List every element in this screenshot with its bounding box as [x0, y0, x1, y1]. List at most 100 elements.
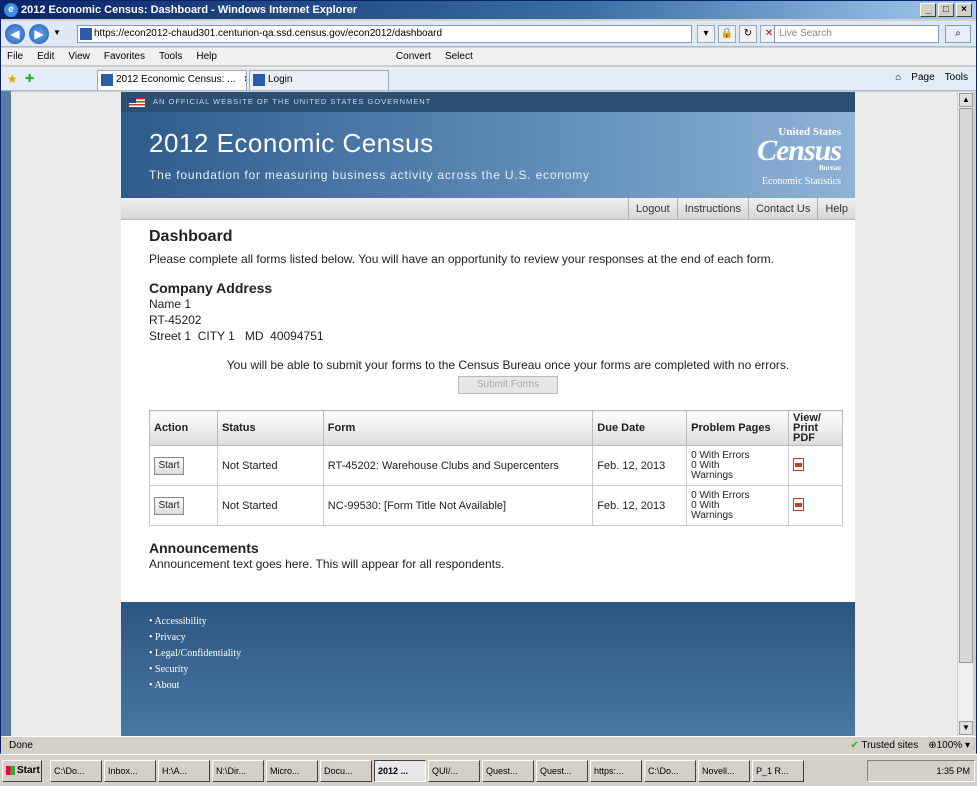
- trusted-sites-zone[interactable]: ✔ Trusted sites: [850, 737, 918, 754]
- taskbar-item[interactable]: C:\Do...: [50, 760, 102, 782]
- convert-button[interactable]: Convert: [396, 51, 431, 62]
- site-nav: Logout Instructions Contact Us Help: [121, 198, 855, 220]
- col-header-status: Status: [216, 410, 324, 446]
- search-icon[interactable]: ⌕: [945, 25, 971, 43]
- scroll-up-icon[interactable]: ▲: [959, 93, 973, 107]
- footer-link-accessibility[interactable]: Accessibility: [149, 614, 855, 630]
- close-button[interactable]: ×: [956, 3, 972, 17]
- intro-text: Please complete all forms listed below. …: [149, 252, 775, 266]
- taskbar-item[interactable]: Quest...: [536, 760, 588, 782]
- browser-window: e 2012 Economic Census: Dashboard - Wind…: [0, 0, 977, 754]
- taskbar-item[interactable]: C:\Do...: [644, 760, 696, 782]
- scroll-down-icon[interactable]: ▼: [959, 721, 973, 735]
- taskbar-item[interactable]: QUI/...: [428, 760, 480, 782]
- announcements-text: Announcement text goes here. This will a…: [149, 557, 505, 571]
- url-input[interactable]: https://econ2012-chaud301.centurion-qa.s…: [77, 25, 692, 43]
- pdf-icon[interactable]: [793, 457, 805, 471]
- col-header-view-pdf: View/ Print PDF: [788, 410, 843, 446]
- problem-pages-cell: 0 With Errors 0 With Warnings: [686, 485, 790, 526]
- submit-forms-button[interactable]: Submit Forms: [458, 376, 558, 394]
- nav-logout[interactable]: Logout: [628, 198, 677, 220]
- menu-tools[interactable]: Tools: [159, 51, 182, 62]
- menu-favorites[interactable]: Favorites: [104, 51, 145, 62]
- form-cell: NC-99530: [Form Title Not Available]: [322, 485, 594, 526]
- address-line: RT-45202: [149, 313, 202, 327]
- address-line: Street 1 CITY 1 MD 40094751: [149, 329, 324, 343]
- url-dropdown-icon[interactable]: ▾: [697, 25, 715, 43]
- footer-link-legal[interactable]: Legal/Confidentiality: [149, 646, 855, 662]
- tab-dashboard[interactable]: 2012 Economic Census: ... ×: [97, 70, 247, 90]
- taskbar-item[interactable]: Quest...: [482, 760, 534, 782]
- minimize-button[interactable]: _: [920, 3, 936, 17]
- menu-file[interactable]: File: [7, 51, 23, 62]
- zoom-level[interactable]: ⊕100% ▾: [928, 737, 970, 754]
- taskbar-item[interactable]: 2012 ...: [374, 760, 426, 782]
- page-menu[interactable]: Page: [911, 72, 934, 83]
- tab-favicon-icon: [101, 74, 113, 86]
- table-row: Start Not Started NC-99530: [Form Title …: [149, 485, 843, 526]
- menu-help[interactable]: Help: [196, 51, 217, 62]
- gov-banner: AN OFFICIAL WEBSITE OF THE UNITED STATES…: [121, 92, 855, 112]
- due-date-cell: Feb. 12, 2013: [592, 445, 688, 486]
- problem-pages-cell: 0 With Errors 0 With Warnings: [686, 445, 790, 486]
- taskbar-item[interactable]: H:\A...: [158, 760, 210, 782]
- start-button[interactable]: Start: [154, 496, 184, 515]
- table-row: Start Not Started RT-45202: Warehouse Cl…: [149, 445, 843, 486]
- taskbar-item[interactable]: Novell...: [698, 760, 750, 782]
- forward-button[interactable]: ▶: [29, 24, 49, 44]
- system-tray: 1:35 PM: [867, 760, 975, 782]
- address-bar: ◀ ▶ ▼ https://econ2012-chaud301.centurio…: [1, 21, 976, 47]
- taskbar-item[interactable]: Inbox...: [104, 760, 156, 782]
- back-button[interactable]: ◀: [5, 24, 25, 44]
- window-title: 2012 Economic Census: Dashboard - Window…: [21, 4, 358, 16]
- vertical-scrollbar[interactable]: ▲ ▼: [957, 92, 973, 736]
- page-viewport: AN OFFICIAL WEBSITE OF THE UNITED STATES…: [11, 92, 957, 736]
- taskbar-item[interactable]: https:...: [590, 760, 642, 782]
- favorites-star-icon[interactable]: ★: [7, 72, 18, 86]
- refresh-icon[interactable]: ↻: [739, 25, 757, 43]
- nav-instructions[interactable]: Instructions: [676, 198, 748, 220]
- announcements-heading: Announcements: [149, 540, 259, 556]
- site-title: 2012 Economic Census: [149, 128, 434, 158]
- site-subtitle: The foundation for measuring business ac…: [149, 168, 590, 182]
- background-desktop-fragment: [1, 91, 11, 736]
- tab-login[interactable]: Login: [249, 70, 389, 90]
- menu-edit[interactable]: Edit: [37, 51, 54, 62]
- maximize-button[interactable]: □: [938, 3, 954, 17]
- nav-contact-us[interactable]: Contact Us: [747, 198, 817, 220]
- status-bar: Done ✔ Trusted sites ⊕100% ▾: [1, 736, 976, 754]
- taskbar-item[interactable]: Micro...: [266, 760, 318, 782]
- status-cell: Not Started: [216, 445, 324, 486]
- search-input[interactable]: Live Search: [774, 25, 939, 43]
- lock-icon[interactable]: 🔒: [718, 25, 736, 43]
- census-page: AN OFFICIAL WEBSITE OF THE UNITED STATES…: [121, 92, 855, 736]
- footer-link-security[interactable]: Security: [149, 662, 855, 678]
- footer-link-about[interactable]: About: [149, 678, 855, 694]
- submit-note: You will be able to submit your forms to…: [226, 358, 790, 372]
- tools-menu[interactable]: Tools: [945, 72, 968, 83]
- home-icon[interactable]: ⌂: [895, 72, 901, 83]
- select-button[interactable]: Select: [445, 51, 473, 62]
- zoom-icon: ⊕: [928, 740, 937, 751]
- scroll-thumb[interactable]: [959, 108, 973, 663]
- start-button-taskbar[interactable]: Start: [2, 760, 42, 782]
- taskbar-item[interactable]: Docu...: [320, 760, 372, 782]
- pdf-icon[interactable]: [793, 497, 805, 511]
- company-address-heading: Company Address: [149, 280, 273, 296]
- tab-close-icon[interactable]: ×: [244, 74, 246, 85]
- tab-favicon-icon: [253, 74, 265, 86]
- footer-link-privacy[interactable]: Privacy: [149, 630, 855, 646]
- page-title: Dashboard: [149, 228, 233, 245]
- site-footer: Accessibility Privacy Legal/Confidential…: [121, 602, 855, 736]
- taskbar-item[interactable]: N:\Dir...: [212, 760, 264, 782]
- census-logo[interactable]: United States Census Bureau Economic Sta…: [735, 126, 842, 187]
- taskbar: Start C:\Do... Inbox... H:\A... N:\Dir..…: [0, 754, 977, 786]
- taskbar-item[interactable]: P_1 R...: [752, 760, 804, 782]
- history-dropdown-icon[interactable]: ▼: [53, 28, 61, 37]
- menu-view[interactable]: View: [68, 51, 90, 62]
- start-button[interactable]: Start: [154, 456, 184, 475]
- nav-help[interactable]: Help: [817, 198, 855, 220]
- tray-clock[interactable]: 1:35 PM: [936, 766, 970, 776]
- site-favicon-icon: [80, 28, 92, 40]
- add-favorites-icon[interactable]: ✚: [25, 72, 34, 85]
